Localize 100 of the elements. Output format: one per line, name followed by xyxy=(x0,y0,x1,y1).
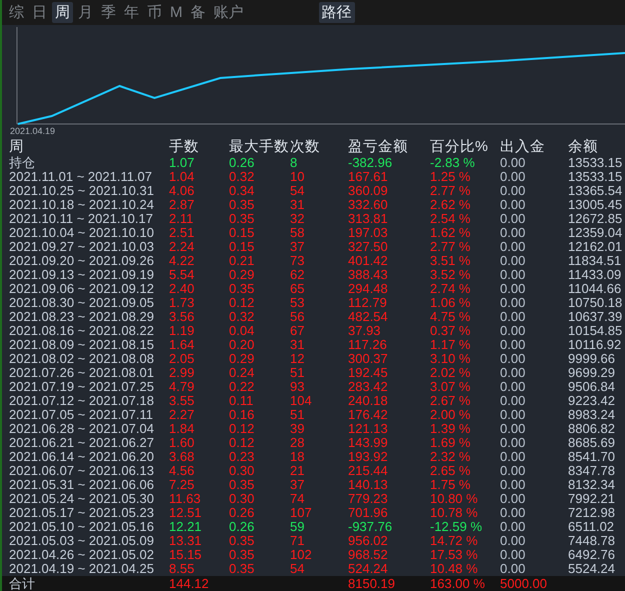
table-cell-text: 2.99 xyxy=(169,366,196,380)
table-cell-text: 0.00 xyxy=(500,156,526,170)
table-cell-text: 2021.06.21 ~ 2021.06.27 xyxy=(9,436,155,450)
period-tab[interactable]: 币 xyxy=(144,2,165,23)
table-cell-text: 5000.00 xyxy=(500,576,548,591)
table-cell-text: 6511.02 xyxy=(568,520,616,534)
table-cell-text: 0.20 xyxy=(229,338,256,352)
table-cell-text: 3.51 % xyxy=(430,254,472,268)
table-cell-text: 1.25 % xyxy=(430,170,472,184)
table-cell-text: 8983.24 xyxy=(568,408,616,422)
table-cell-text: 0.00 xyxy=(500,492,526,506)
table-cell-text: 0.00 xyxy=(500,380,526,394)
table-cell-text: 8806.82 xyxy=(568,422,616,436)
table-cell-text: 2021.07.19 ~ 2021.07.25 xyxy=(9,380,155,394)
table-cell-text: 0.35 xyxy=(229,282,256,296)
table-cell-text: 12359.04 xyxy=(568,226,624,240)
table-cell-text: 2.87 xyxy=(169,198,196,212)
table-cell-text: 117.26 xyxy=(348,338,388,352)
table-cell-text: 0.00 xyxy=(500,478,526,492)
table-cell-text: 13365.54 xyxy=(568,184,624,198)
table-cell-text: 13533.15 xyxy=(568,170,624,184)
table-cell-text: 313.81 xyxy=(348,212,389,226)
table-cell-text: 0.32 xyxy=(229,170,256,184)
table-cell-text: 17.53 % xyxy=(430,548,479,562)
table-cell-text: 0.23 xyxy=(229,450,256,464)
table-cell-text: 59 xyxy=(290,520,306,534)
table-cell-text: 2.67 % xyxy=(430,394,472,408)
table-cell-text: 54 xyxy=(290,562,306,576)
table-cell-text: 0.29 xyxy=(229,352,256,366)
table-cell-text: 104 xyxy=(290,394,313,408)
table-cell-text: 12.51 xyxy=(169,506,203,520)
table-cell-text: 持仓 xyxy=(9,156,36,170)
table-cell-text: 968.52 xyxy=(348,548,389,562)
table-cell-text: 167.61 xyxy=(348,170,389,184)
table-cell-text: 2.54 % xyxy=(430,212,472,226)
table-cell-text: 67 xyxy=(290,324,306,338)
column-header: 出入金 xyxy=(500,139,546,156)
table-cell-text: 31 xyxy=(290,198,306,212)
table-cell-text: 0.24 xyxy=(229,366,256,380)
table-cell-text: 58 xyxy=(290,226,306,240)
table-cell-text: 0.00 xyxy=(500,282,526,296)
table-cell-text: 0.32 xyxy=(229,310,256,324)
table-cell-text: 2021.08.02 ~ 2021.08.08 xyxy=(9,352,155,366)
period-tab[interactable]: 综 xyxy=(6,2,27,23)
period-tab[interactable]: 账户 xyxy=(210,2,246,23)
period-tab[interactable]: 备 xyxy=(188,2,208,23)
table-cell-text: 1.39 % xyxy=(430,422,472,436)
table-cell-text: 0.04 xyxy=(229,324,256,338)
period-tab[interactable]: 月 xyxy=(75,2,96,23)
table-cell-text: 2021.04.19 ~ 2021.04.25 xyxy=(9,562,155,576)
table-cell-text: 10.78 % xyxy=(430,506,479,520)
table-cell-text: 192.45 xyxy=(348,366,389,380)
table-cell-text: 2.32 % xyxy=(430,450,472,464)
table-cell-text: 956.02 xyxy=(348,534,389,548)
table-cell-text: 8.55 xyxy=(169,562,196,576)
table-cell-text: 4.75 % xyxy=(430,310,472,324)
table-cell-text: 54 xyxy=(290,184,306,198)
column-header: 余额 xyxy=(568,139,599,156)
table-cell-text: 0.00 xyxy=(500,338,526,352)
path-button[interactable]: 路径 xyxy=(318,2,354,23)
table-cell-text: 2.51 xyxy=(169,226,196,240)
table-cell-text: 2.74 % xyxy=(430,282,472,296)
table-cell-text: 13533.15 xyxy=(568,156,624,170)
table-cell-text: 2021.06.07 ~ 2021.06.13 xyxy=(9,464,155,478)
period-tab[interactable]: 季 xyxy=(98,2,119,23)
period-tab[interactable]: 日 xyxy=(29,2,50,23)
table-cell-text: 53 xyxy=(290,296,306,310)
table-cell-text: 300.37 xyxy=(348,352,389,366)
table-cell-text: 8541.70 xyxy=(568,450,616,464)
table-cell-text: 388.43 xyxy=(348,268,389,282)
table-cell-text: 0.00 xyxy=(500,212,526,226)
table-cell-text: 7212.98 xyxy=(568,506,616,520)
table-cell-text: 294.48 xyxy=(348,282,389,296)
table-cell-text: 0.35 xyxy=(229,198,256,212)
table-cell-text: 12162.01 xyxy=(568,240,624,254)
table-cell-text: 0.12 xyxy=(229,296,256,310)
period-tab[interactable]: 周 xyxy=(52,2,73,23)
table-cell-text: 1.84 xyxy=(169,422,196,436)
table-cell-text: 62 xyxy=(290,268,306,282)
table-cell-text: 0.00 xyxy=(500,170,526,184)
period-tab[interactable]: M xyxy=(167,3,186,22)
table-cell-text: 102 xyxy=(290,548,313,562)
table-cell-text: 283.42 xyxy=(348,380,389,394)
table-cell-text: 2021.09.13 ~ 2021.09.19 xyxy=(9,268,155,282)
table-cell-text: 9999.66 xyxy=(568,352,616,366)
table-cell-text: 1.69 % xyxy=(430,436,472,450)
table-cell-text: 65 xyxy=(290,282,306,296)
table-cell-text: 51 xyxy=(290,366,306,380)
table-cell-text: 10.48 % xyxy=(430,562,479,576)
table-cell-text: 0.30 xyxy=(229,464,256,478)
table-cell-text: -12.59 % xyxy=(430,520,484,534)
table-cell-text: 8150.19 xyxy=(348,576,396,591)
table-cell-text: 3.07 % xyxy=(430,380,472,394)
table-cell-text: 12.21 xyxy=(169,520,203,534)
table-cell-text: 2.77 % xyxy=(430,184,472,198)
table-cell-text: 37.93 xyxy=(348,324,382,338)
table-cell-text: 39 xyxy=(290,422,306,436)
period-tab[interactable]: 年 xyxy=(121,2,142,23)
table-cell-text: 215.44 xyxy=(348,464,389,478)
table-cell-text: 8 xyxy=(290,156,298,170)
